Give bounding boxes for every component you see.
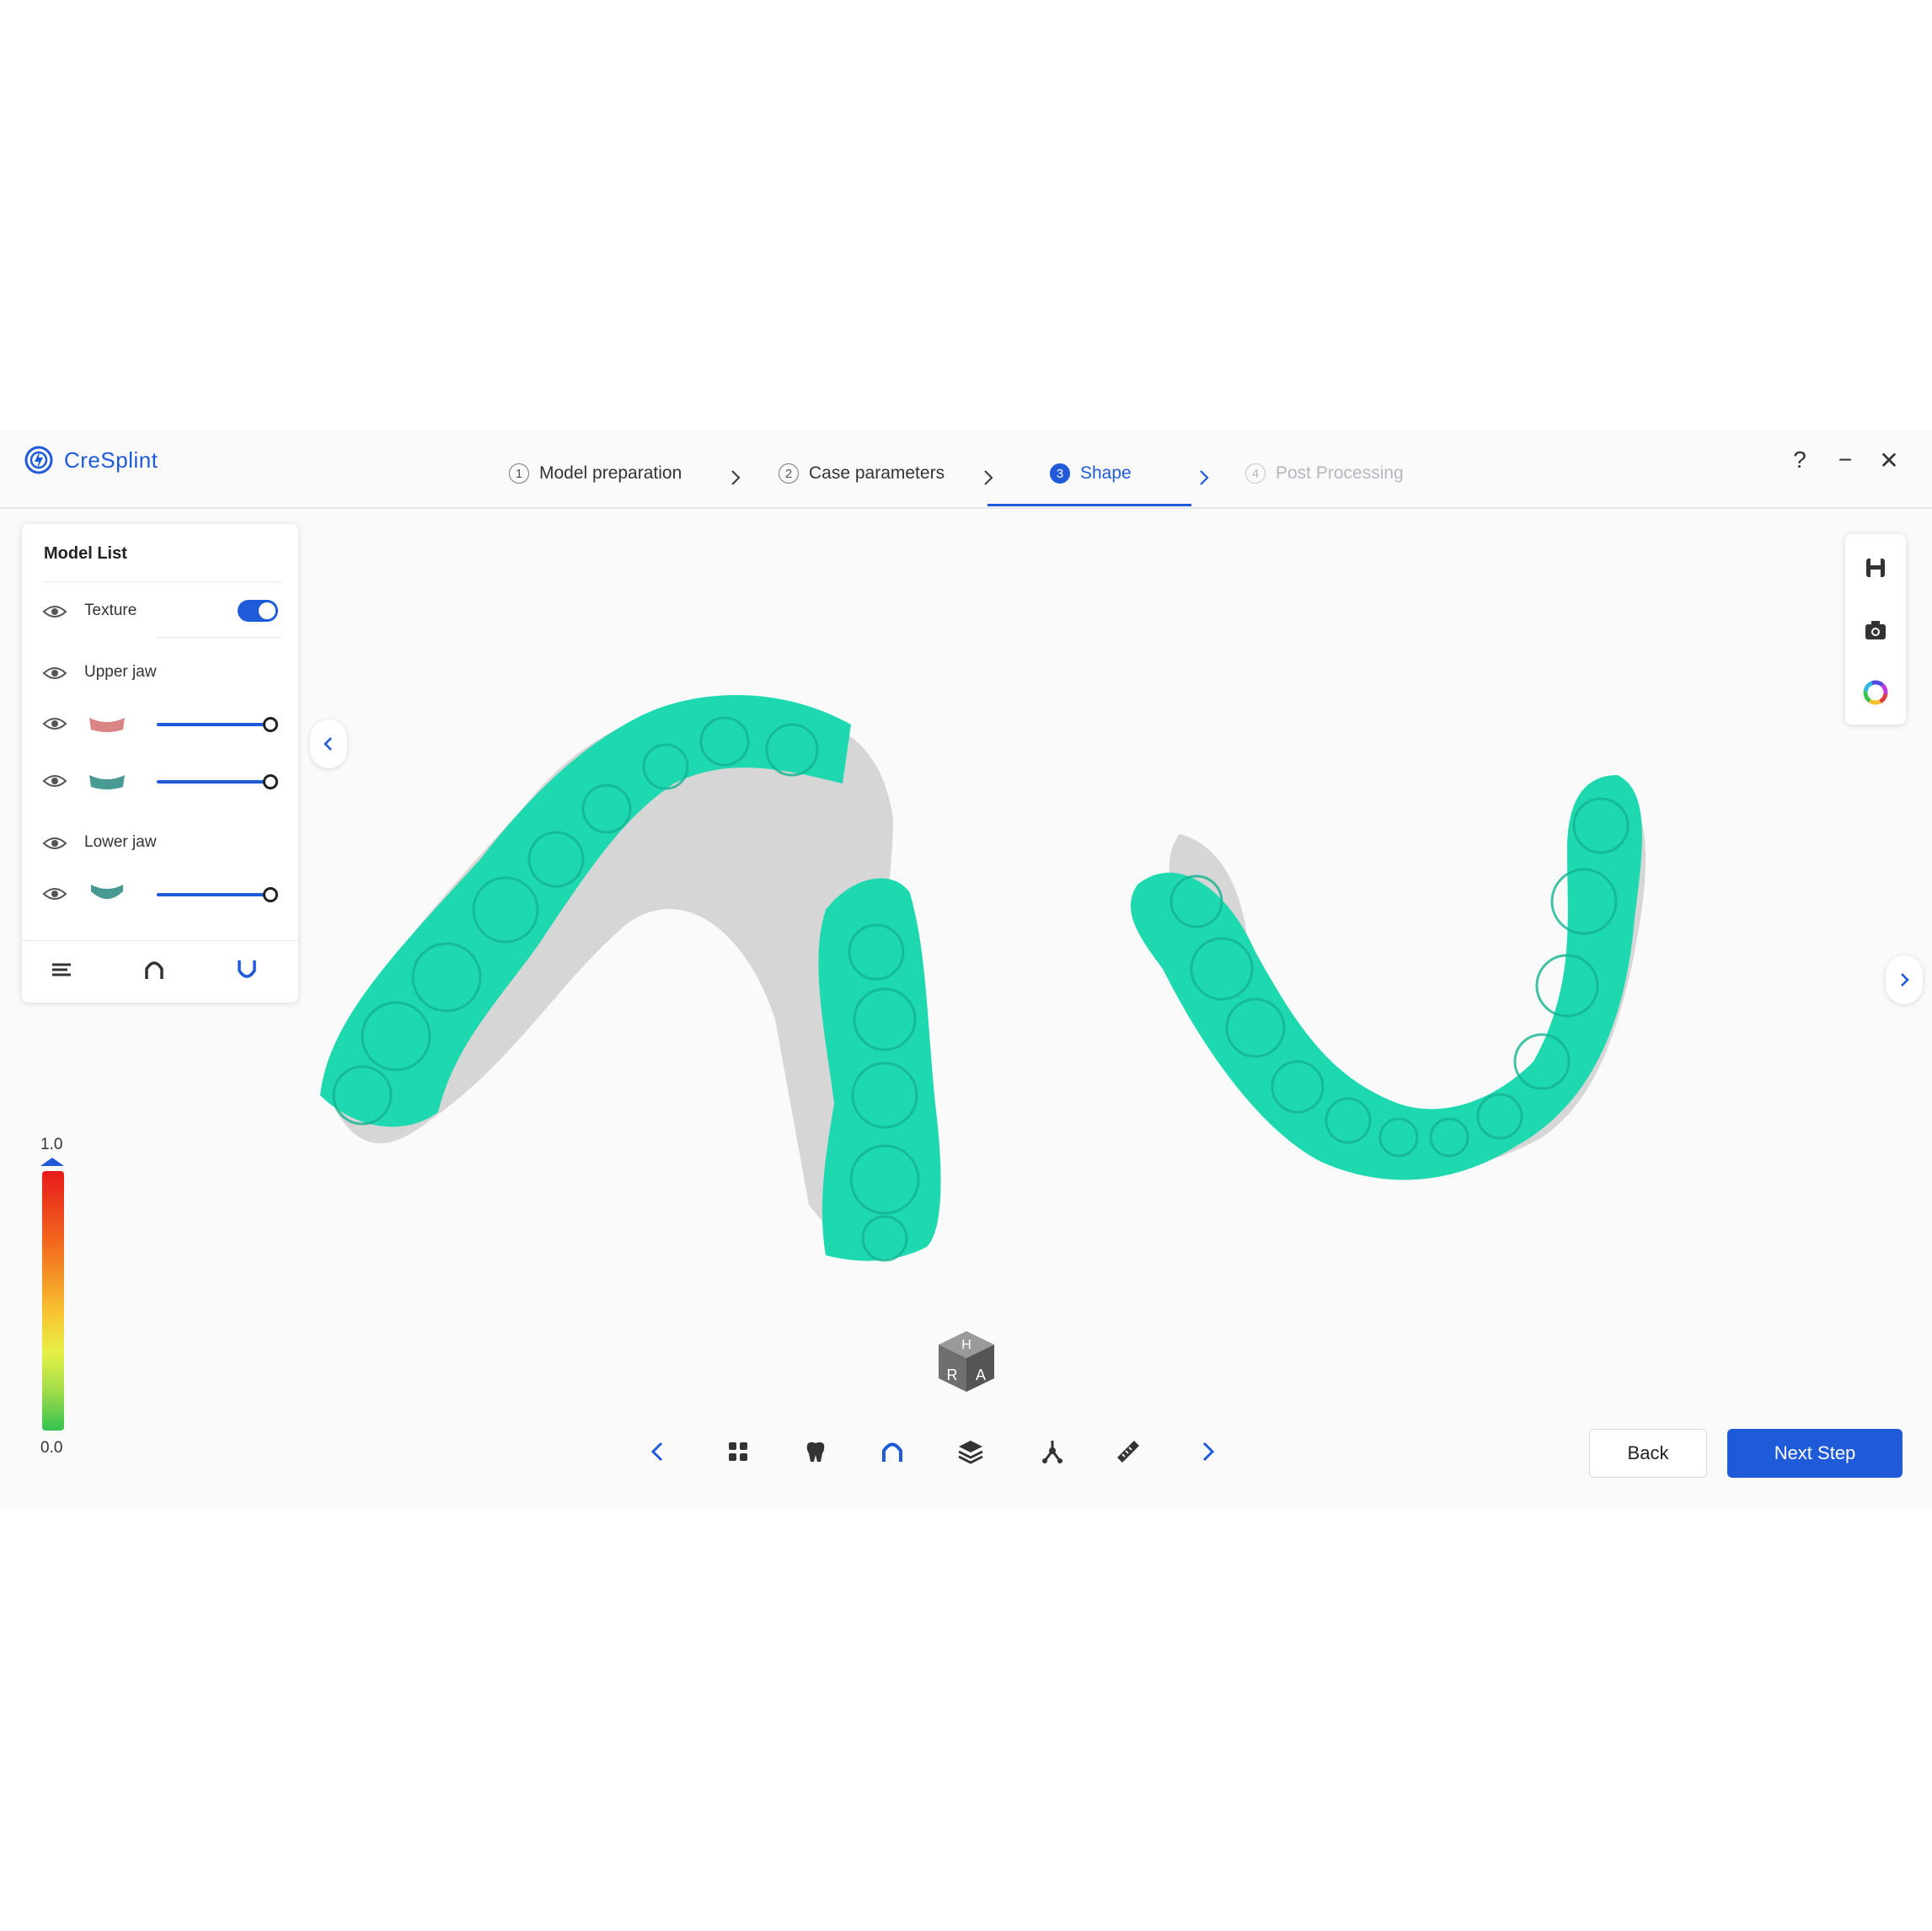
step-post-processing[interactable]: 4 Post Processing [1245, 463, 1404, 484]
back-button[interactable]: Back [1589, 1429, 1707, 1478]
step-number: 1 [509, 463, 529, 484]
camera-icon[interactable] [1862, 617, 1889, 644]
step-label: Model preparation [539, 463, 682, 483]
3d-viewport[interactable] [303, 514, 1837, 1407]
cube-label-left: R [947, 1367, 958, 1383]
upper-splint-opacity-slider[interactable] [157, 780, 270, 784]
texture-toggle[interactable] [238, 600, 278, 622]
lower-splint-thumbnail [91, 885, 123, 899]
title-bar: CreSplint 1 Model preparation 2 Case par… [0, 430, 1932, 509]
chevron-right-icon [984, 470, 993, 485]
color-wheel-icon[interactable] [1862, 679, 1889, 706]
measure-tool-button[interactable] [1110, 1434, 1146, 1469]
step-shape[interactable]: 3 Shape [1050, 463, 1132, 484]
chevron-right-icon [1901, 973, 1909, 987]
right-toolbar [1845, 534, 1906, 725]
chevron-right-icon [1200, 470, 1209, 485]
logo-icon [24, 446, 53, 474]
app-window: CreSplint 1 Model preparation 2 Case par… [0, 430, 1932, 1508]
lower-jaw-model[interactable] [1130, 775, 1646, 1180]
upper-jaw-label: Upper jaw [84, 663, 157, 681]
chevron-left-icon [650, 1442, 663, 1462]
layers-button[interactable] [953, 1434, 988, 1469]
divider [44, 581, 281, 582]
step-number: 3 [1050, 463, 1070, 484]
color-scale-max: 1.0 [40, 1136, 63, 1153]
chevron-left-icon [324, 737, 332, 751]
tooth-tool-button[interactable] [798, 1434, 833, 1469]
app-title: CreSplint [64, 447, 158, 473]
step-case-parameters[interactable]: 2 Case parameters [779, 463, 945, 484]
toolbar-prev-button[interactable] [640, 1434, 676, 1469]
branch-icon [1042, 1441, 1062, 1463]
eye-icon[interactable] [42, 716, 67, 731]
step-number: 2 [779, 463, 799, 484]
next-step-button[interactable]: Next Step [1727, 1429, 1903, 1478]
collapse-panel-button[interactable] [310, 719, 347, 768]
grid-view-button[interactable] [720, 1434, 756, 1469]
list-settings-icon[interactable] [47, 955, 76, 984]
step-label: Post Processing [1276, 463, 1404, 483]
cube-label-top: H [961, 1338, 971, 1352]
upper-splint-thumbnail [89, 775, 125, 789]
divider [22, 940, 298, 941]
slider-handle[interactable] [263, 887, 278, 902]
chevron-right-icon [731, 470, 741, 485]
eye-icon[interactable] [42, 886, 67, 901]
step-label: Case parameters [809, 463, 945, 483]
grid-icon [729, 1442, 747, 1461]
view-orientation-cube[interactable]: H R A [934, 1328, 999, 1395]
upper-arch-icon[interactable] [140, 955, 169, 984]
model-list-panel: Model List Texture Upper jaw Lower jaw [22, 524, 298, 1003]
eye-icon[interactable] [42, 836, 67, 851]
eye-icon[interactable] [42, 604, 67, 619]
toolbar-next-button[interactable] [1190, 1434, 1225, 1469]
upper-gum-opacity-slider[interactable] [157, 723, 270, 726]
slider-handle[interactable] [263, 774, 278, 789]
color-scale-min: 0.0 [40, 1439, 63, 1457]
ruler-icon [1117, 1441, 1139, 1463]
panel-title: Model List [44, 544, 127, 563]
texture-label: Texture [84, 602, 137, 619]
step-label: Shape [1080, 463, 1132, 483]
upper-gum-thumbnail [89, 718, 125, 732]
lower-arch-icon[interactable] [233, 955, 261, 984]
eye-icon[interactable] [42, 773, 67, 789]
help-button[interactable]: ? [1785, 445, 1815, 475]
arch-tool-button[interactable] [875, 1434, 910, 1469]
color-scale-bar [42, 1171, 64, 1431]
divider [157, 637, 281, 638]
tooth-icon [806, 1442, 825, 1462]
active-step-underline [987, 504, 1191, 506]
layers-icon [958, 1441, 983, 1464]
toggle-knob [259, 602, 276, 619]
branch-tool-button[interactable] [1035, 1434, 1070, 1469]
scale-marker-icon[interactable] [37, 1156, 67, 1168]
expand-right-panel-button[interactable] [1886, 955, 1923, 1004]
minimize-button[interactable]: − [1830, 445, 1860, 475]
app-logo: CreSplint [24, 445, 158, 475]
arch-icon [882, 1442, 902, 1462]
eye-icon[interactable] [42, 666, 67, 681]
cube-label-right: A [976, 1367, 986, 1383]
lower-jaw-label: Lower jaw [84, 833, 157, 851]
save-icon[interactable] [1862, 554, 1889, 581]
slider-handle[interactable] [263, 717, 278, 732]
close-button[interactable]: ✕ [1874, 445, 1904, 475]
step-model-preparation[interactable]: 1 Model preparation [509, 463, 682, 484]
lower-splint-opacity-slider[interactable] [157, 893, 270, 896]
chevron-right-icon [1202, 1442, 1215, 1462]
step-number: 4 [1245, 463, 1266, 484]
upper-jaw-model[interactable] [320, 695, 941, 1262]
